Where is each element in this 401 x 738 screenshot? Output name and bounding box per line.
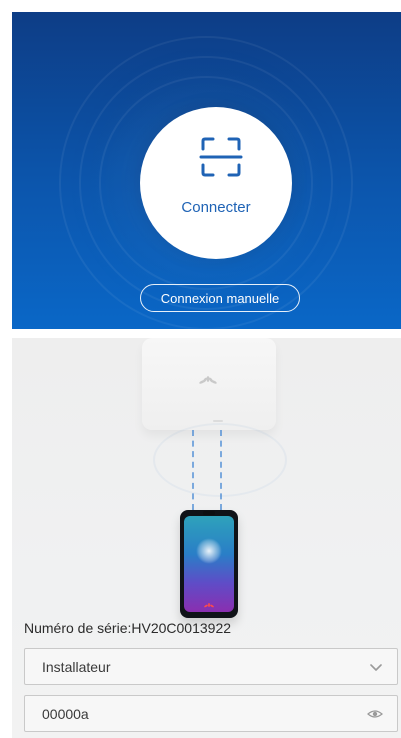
role-select[interactable]: Installateur: [24, 648, 398, 685]
signal-line-right: [220, 430, 222, 510]
password-value: 00000a: [42, 706, 89, 722]
qr-scan-icon: [199, 137, 243, 177]
bottom-photo-panel: Numéro de série:HV20C0013922 Installateu…: [12, 338, 401, 738]
chevron-down-icon: [370, 664, 382, 671]
inverter-device-illustration: [142, 338, 276, 430]
phone-illustration: [180, 510, 238, 618]
signal-line-left: [192, 430, 194, 510]
phone-screen: [184, 516, 234, 612]
huawei-logo-icon: [199, 376, 217, 384]
role-select-value: Installateur: [42, 659, 111, 675]
connect-button[interactable]: Connecter: [140, 107, 292, 259]
screenshot-root: Connecter Connexion manuelle Numéro de s…: [0, 0, 401, 738]
device-led: [213, 420, 223, 422]
phone-logo-icon: [204, 603, 214, 608]
manual-connection-button[interactable]: Connexion manuelle: [140, 284, 300, 312]
serial-number-text: Numéro de série:HV20C0013922: [24, 620, 232, 636]
connect-label: Connecter: [181, 199, 251, 216]
eye-icon[interactable]: [367, 708, 383, 720]
phone-screen-glow: [196, 538, 222, 564]
top-connect-panel: Connecter Connexion manuelle: [12, 12, 401, 329]
password-field[interactable]: 00000a: [24, 695, 398, 732]
phone-notch: [203, 511, 215, 515]
